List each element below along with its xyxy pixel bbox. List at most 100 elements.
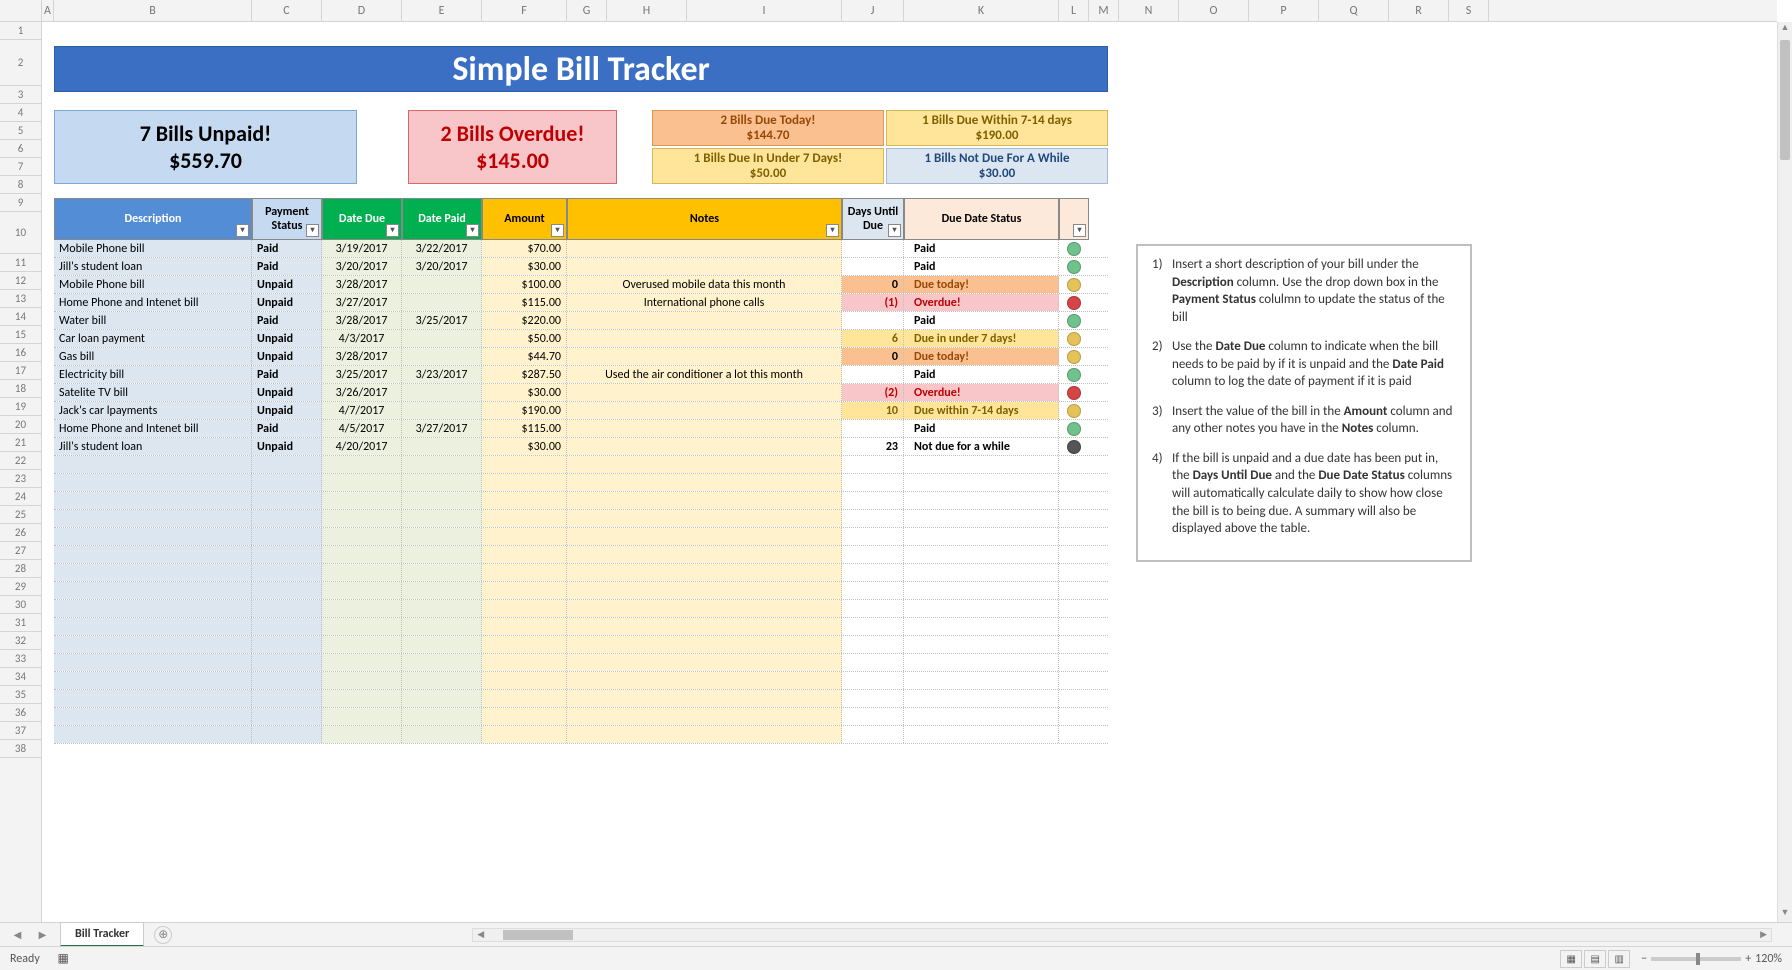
col-payment-status[interactable]: Payment Status▾ xyxy=(252,198,322,240)
cell-date-paid[interactable] xyxy=(402,348,482,365)
cell-payment-status[interactable]: Paid xyxy=(252,258,322,275)
row-header[interactable]: 20 xyxy=(0,416,41,434)
cell-date-due[interactable]: 4/5/2017 xyxy=(322,420,402,437)
column-header[interactable]: N xyxy=(1119,0,1179,21)
tab-nav-arrows[interactable]: ◀▶ xyxy=(0,928,60,941)
new-sheet-button[interactable]: ⊕ xyxy=(154,926,172,944)
cell-notes[interactable] xyxy=(567,330,842,347)
cell-payment-status[interactable]: Paid xyxy=(252,312,322,329)
cell-days-until-due[interactable]: (2) xyxy=(842,384,904,401)
cell-date-paid[interactable] xyxy=(402,330,482,347)
row-header[interactable]: 35 xyxy=(0,686,41,704)
cell-days-until-due[interactable]: 23 xyxy=(842,438,904,455)
table-row[interactable] xyxy=(54,708,1108,726)
cell-date-due[interactable]: 4/3/2017 xyxy=(322,330,402,347)
cell-due-date-status[interactable]: Overdue! xyxy=(904,294,1059,311)
sheet-tab[interactable]: Bill Tracker xyxy=(60,922,144,947)
cell-due-date-status[interactable]: Overdue! xyxy=(904,384,1059,401)
column-header[interactable]: G xyxy=(567,0,607,21)
row-header[interactable]: 34 xyxy=(0,668,41,686)
column-header[interactable]: A xyxy=(42,0,54,21)
cell-notes[interactable] xyxy=(567,312,842,329)
cell-date-paid[interactable]: 3/25/2017 xyxy=(402,312,482,329)
row-header[interactable]: 26 xyxy=(0,524,41,542)
cell-notes[interactable] xyxy=(567,348,842,365)
table-row[interactable] xyxy=(54,600,1108,618)
filter-icon[interactable]: ▾ xyxy=(1073,224,1086,237)
filter-icon[interactable]: ▾ xyxy=(466,224,479,237)
row-header[interactable]: 6 xyxy=(0,140,41,158)
table-row[interactable] xyxy=(54,474,1108,492)
cell-notes[interactable]: Overused mobile data this month xyxy=(567,276,842,293)
row-header[interactable]: 18 xyxy=(0,380,41,398)
cell-payment-status[interactable]: Unpaid xyxy=(252,276,322,293)
table-row[interactable] xyxy=(54,456,1108,474)
row-header[interactable]: 28 xyxy=(0,560,41,578)
row-header[interactable]: 29 xyxy=(0,578,41,596)
col-amount[interactable]: Amount▾ xyxy=(482,198,567,240)
cell-due-date-status[interactable]: Paid xyxy=(904,420,1059,437)
cell-amount[interactable]: $190.00 xyxy=(482,402,567,419)
col-notes[interactable]: Notes▾ xyxy=(567,198,842,240)
table-row[interactable] xyxy=(54,636,1108,654)
column-header[interactable]: C xyxy=(252,0,322,21)
column-header[interactable]: J xyxy=(842,0,904,21)
cell-payment-status[interactable]: Unpaid xyxy=(252,294,322,311)
table-row[interactable] xyxy=(54,510,1108,528)
cell-date-paid[interactable]: 3/27/2017 xyxy=(402,420,482,437)
table-row[interactable]: Gas bill Unpaid 3/28/2017 $44.70 0 Due t… xyxy=(54,348,1108,366)
cell-date-due[interactable]: 3/19/2017 xyxy=(322,240,402,257)
cell-description[interactable]: Home Phone and Intenet bill xyxy=(54,420,252,437)
cell-notes[interactable] xyxy=(567,402,842,419)
column-header[interactable]: O xyxy=(1179,0,1249,21)
cell-days-until-due[interactable] xyxy=(842,366,904,383)
cell-amount[interactable]: $115.00 xyxy=(482,420,567,437)
row-header[interactable]: 32 xyxy=(0,632,41,650)
table-row[interactable]: Satelite TV bill Unpaid 3/26/2017 $30.00… xyxy=(54,384,1108,402)
cell-amount[interactable]: $30.00 xyxy=(482,384,567,401)
cell-date-due[interactable]: 3/25/2017 xyxy=(322,366,402,383)
column-header[interactable]: F xyxy=(482,0,567,21)
table-row[interactable]: Mobile Phone bill Paid 3/19/2017 3/22/20… xyxy=(54,240,1108,258)
row-header[interactable]: 2 xyxy=(0,40,41,86)
cell-amount[interactable]: $100.00 xyxy=(482,276,567,293)
scrollbar-thumb[interactable] xyxy=(1780,40,1790,160)
row-header[interactable]: 14 xyxy=(0,308,41,326)
cell-amount[interactable]: $220.00 xyxy=(482,312,567,329)
cell-payment-status[interactable]: Unpaid xyxy=(252,330,322,347)
cell-description[interactable]: Mobile Phone bill xyxy=(54,240,252,257)
col-due-date-status[interactable]: Due Date Status xyxy=(904,198,1059,240)
row-header[interactable]: 38 xyxy=(0,740,41,758)
row-header[interactable]: 13 xyxy=(0,290,41,308)
cell-notes[interactable] xyxy=(567,240,842,257)
filter-icon[interactable]: ▾ xyxy=(551,224,564,237)
row-header[interactable]: 17 xyxy=(0,362,41,380)
table-row[interactable] xyxy=(54,564,1108,582)
col-days-until-due[interactable]: Days Until Due▾ xyxy=(842,198,904,240)
select-all-corner[interactable] xyxy=(0,0,42,21)
table-row[interactable] xyxy=(54,492,1108,510)
cell-due-date-status[interactable]: Due in under 7 days! xyxy=(904,330,1059,347)
cell-date-paid[interactable]: 3/22/2017 xyxy=(402,240,482,257)
cell-description[interactable]: Water bill xyxy=(54,312,252,329)
table-row[interactable]: Jack's car lpayments Unpaid 4/7/2017 $19… xyxy=(54,402,1108,420)
row-header[interactable]: 37 xyxy=(0,722,41,740)
cell-description[interactable]: Jill's student loan xyxy=(54,258,252,275)
column-header[interactable]: R xyxy=(1389,0,1449,21)
col-description[interactable]: Description▾ xyxy=(54,198,252,240)
table-row[interactable]: Home Phone and Intenet bill Unpaid 3/27/… xyxy=(54,294,1108,312)
row-header[interactable]: 33 xyxy=(0,650,41,668)
vertical-scrollbar[interactable]: ▲ ▼ xyxy=(1777,22,1792,922)
table-row[interactable] xyxy=(54,654,1108,672)
table-row[interactable]: Jill's student loan Paid 3/20/2017 3/20/… xyxy=(54,258,1108,276)
row-header[interactable]: 16 xyxy=(0,344,41,362)
table-row[interactable]: Jill's student loan Unpaid 4/20/2017 $30… xyxy=(54,438,1108,456)
cell-days-until-due[interactable] xyxy=(842,258,904,275)
filter-icon[interactable]: ▾ xyxy=(306,224,319,237)
table-row[interactable] xyxy=(54,528,1108,546)
row-header[interactable]: 15 xyxy=(0,326,41,344)
cell-notes[interactable]: Used the air conditioner a lot this mont… xyxy=(567,366,842,383)
row-header[interactable]: 19 xyxy=(0,398,41,416)
cell-payment-status[interactable]: Unpaid xyxy=(252,348,322,365)
cell-date-due[interactable]: 3/26/2017 xyxy=(322,384,402,401)
